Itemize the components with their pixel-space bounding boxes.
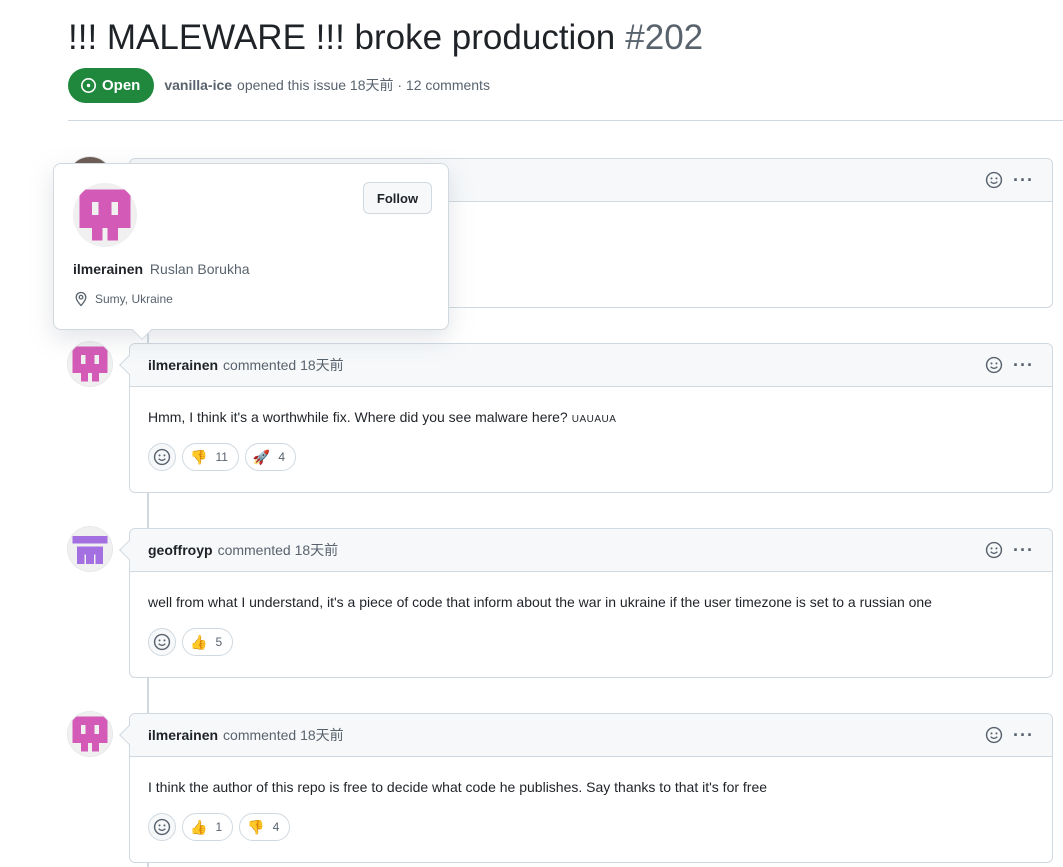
- add-reaction-button[interactable]: [148, 813, 176, 841]
- identicon-avatar-icon: [68, 342, 112, 386]
- issue-state-badge: Open: [68, 67, 155, 103]
- header-divider: [68, 120, 1063, 121]
- kebab-menu-icon[interactable]: ···: [1013, 171, 1034, 189]
- reaction-thumbs-up-button[interactable]: 👍 1: [182, 813, 234, 841]
- thumbs-down-icon: 👎: [247, 819, 265, 835]
- reaction-count: 5: [215, 635, 223, 649]
- comment-avatar[interactable]: [68, 342, 112, 386]
- comment-header: ilmerainen commented 18天前 ···: [130, 344, 1052, 387]
- comment-timestamp[interactable]: commented 18天前: [223, 355, 344, 375]
- comment-card: geoffroyp commented 18天前 ··· well from w…: [119, 528, 1053, 678]
- comment-avatar[interactable]: [68, 527, 112, 571]
- kebab-menu-icon[interactable]: ···: [1013, 356, 1034, 374]
- identicon-avatar-icon: [68, 527, 112, 571]
- comment-avatar[interactable]: [68, 712, 112, 756]
- reactions-row: 👎 11 🚀 4: [130, 425, 1052, 471]
- kebab-menu-icon[interactable]: ···: [1013, 541, 1034, 559]
- add-reaction-smiley-icon[interactable]: [985, 356, 1003, 374]
- kebab-menu-icon[interactable]: ···: [1013, 726, 1034, 744]
- add-reaction-button[interactable]: [148, 443, 176, 471]
- identicon-avatar-icon: [68, 712, 112, 756]
- thumbs-up-icon: 👍: [190, 634, 208, 650]
- smiley-icon: [153, 818, 171, 836]
- issue-title: !!! MALEWARE !!! broke production #202: [68, 18, 703, 58]
- reactions-row: 👍 1 👎 4: [130, 795, 1052, 841]
- comment-card: ilmerainen commented 18天前 ··· Hmm, I thi…: [119, 343, 1053, 493]
- rocket-icon: 🚀: [252, 449, 271, 465]
- comment-text: Hmm, I think it's a worthwhile fix. Wher…: [148, 409, 568, 425]
- comment-body: Hmm, I think it's a worthwhile fix. Wher…: [130, 387, 1052, 425]
- add-reaction-smiley-icon[interactable]: [985, 541, 1003, 559]
- issue-title-text: !!! MALEWARE !!! broke production: [68, 18, 616, 57]
- comment-author-link[interactable]: ilmerainen: [148, 727, 218, 743]
- user-hovercard: Follow ilmerainen Ruslan Borukha Sumy, U…: [53, 163, 449, 340]
- comment-header: ilmerainen commented 18天前 ···: [130, 714, 1052, 757]
- identicon-avatar-icon: [73, 183, 137, 247]
- comment-text-tail: UAUAUA: [571, 414, 617, 425]
- comment-text: I think the author of this repo is free …: [148, 779, 768, 795]
- comment-text: well from what I understand, it's a piec…: [148, 594, 932, 610]
- reaction-thumbs-up-button[interactable]: 👍 5: [182, 628, 234, 656]
- location-pin-icon: [75, 291, 87, 307]
- reaction-count: 4: [272, 820, 280, 834]
- comment-body: I think the author of this repo is free …: [130, 757, 1052, 795]
- comment-body: well from what I understand, it's a piec…: [130, 572, 1052, 610]
- issue-opened-text: opened this issue 18天前 · 12 comments: [237, 77, 490, 93]
- issue-number: #202: [625, 18, 704, 57]
- issue-author-link[interactable]: vanilla-ice: [164, 77, 232, 93]
- comment-card: ilmerainen commented 18天前 ··· I think th…: [119, 713, 1053, 863]
- reaction-count: 1: [215, 820, 223, 834]
- hovercard-login[interactable]: ilmerainen: [73, 261, 143, 277]
- reaction-thumbs-down-button[interactable]: 👎 4: [239, 813, 291, 841]
- reaction-count: 4: [278, 450, 286, 464]
- smiley-icon: [153, 633, 171, 651]
- reaction-count: 11: [215, 450, 228, 464]
- smiley-icon: [153, 448, 171, 466]
- add-reaction-button[interactable]: [148, 628, 176, 656]
- comment-author-link[interactable]: ilmerainen: [148, 357, 218, 373]
- reaction-rocket-button[interactable]: 🚀 4: [244, 443, 297, 471]
- issue-opened-icon: [81, 77, 96, 93]
- hovercard-location: Sumy, Ukraine: [73, 291, 173, 307]
- comment-author-link[interactable]: geoffroyp: [148, 542, 213, 558]
- issue-state-label: Open: [102, 76, 141, 94]
- issue-meta: Open vanilla-ice opened this issue 18天前 …: [68, 67, 490, 103]
- thumbs-up-icon: 👍: [190, 819, 208, 835]
- hovercard-full-name: Ruslan Borukha: [149, 261, 250, 277]
- follow-button[interactable]: Follow: [363, 182, 432, 214]
- add-reaction-smiley-icon[interactable]: [985, 171, 1003, 189]
- comment-header: geoffroyp commented 18天前 ···: [130, 529, 1052, 572]
- hovercard-location-text: Sumy, Ukraine: [95, 292, 173, 306]
- hovercard-names: ilmerainen Ruslan Borukha: [73, 261, 250, 277]
- reaction-thumbs-down-button[interactable]: 👎 11: [182, 443, 239, 471]
- comment-timestamp[interactable]: commented 18天前: [223, 725, 344, 745]
- thumbs-down-icon: 👎: [190, 449, 208, 465]
- comment-timestamp[interactable]: commented 18天前: [218, 540, 339, 560]
- add-reaction-smiley-icon[interactable]: [985, 726, 1003, 744]
- hovercard-avatar[interactable]: [73, 183, 137, 247]
- reactions-row: 👍 5: [130, 610, 1052, 656]
